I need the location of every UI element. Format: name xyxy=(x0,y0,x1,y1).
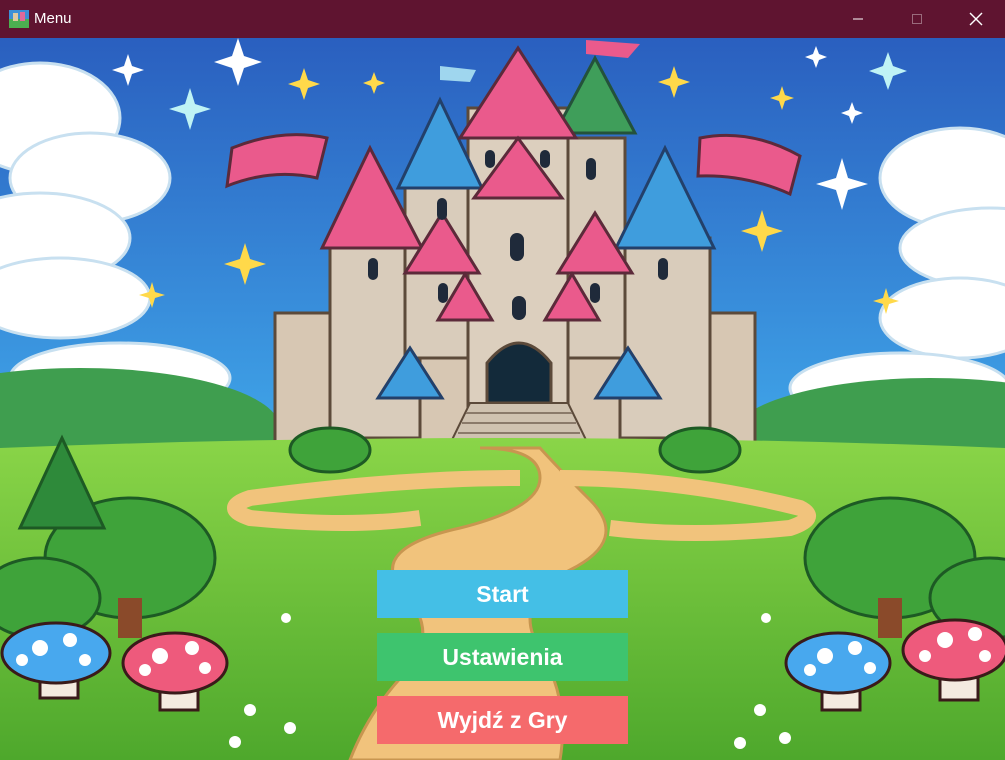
minimize-button[interactable] xyxy=(835,0,881,38)
exit-game-button[interactable]: Wyjdź z Gry xyxy=(377,696,628,744)
close-button[interactable] xyxy=(953,0,999,38)
close-icon xyxy=(969,12,983,26)
settings-button[interactable]: Ustawienia xyxy=(377,633,628,681)
landscape-app-icon xyxy=(9,10,29,28)
maximize-icon xyxy=(912,14,922,24)
minimize-icon xyxy=(853,18,863,20)
start-button[interactable]: Start xyxy=(377,570,628,618)
maximize-button[interactable] xyxy=(894,0,940,38)
window-title: Menu xyxy=(34,10,72,27)
window-titlebar: Menu xyxy=(0,0,1005,38)
